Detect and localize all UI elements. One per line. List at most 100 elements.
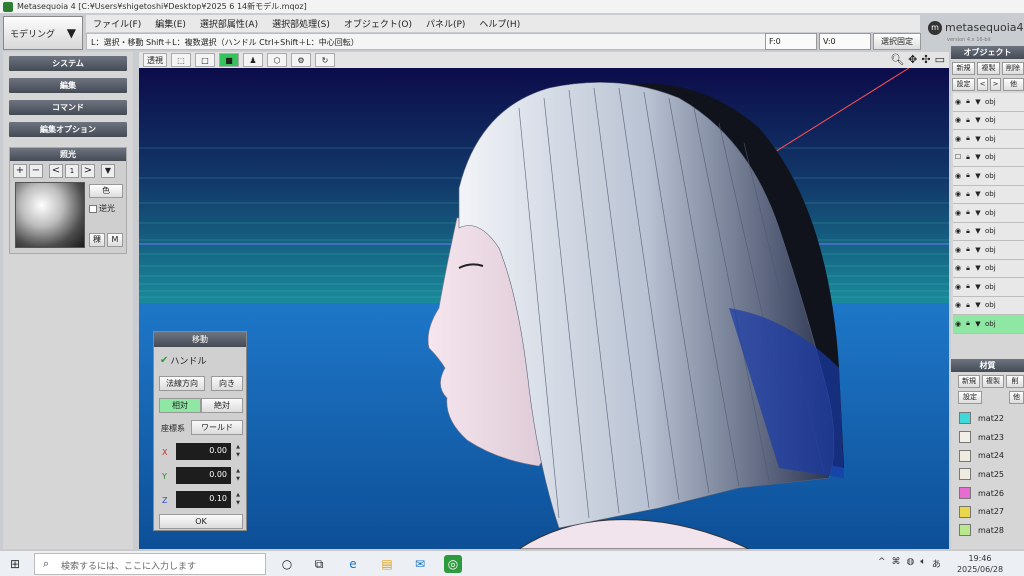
chevron-down-icon[interactable]: ▼ bbox=[973, 116, 983, 124]
object-copy-button[interactable]: 複製 bbox=[977, 62, 1000, 75]
absolute-button[interactable]: 絶対 bbox=[201, 398, 243, 413]
ime-indicator[interactable]: あ bbox=[932, 557, 941, 570]
eye-icon[interactable]: ◉ bbox=[953, 227, 963, 235]
eye-icon[interactable]: ◉ bbox=[953, 283, 963, 291]
menu-selection-process[interactable]: 選択部処理(S) bbox=[265, 17, 337, 30]
object-row[interactable]: ◉ 🔒︎ ▼ obj bbox=[953, 93, 1024, 112]
lock-icon[interactable]: 🔒︎ bbox=[963, 190, 973, 199]
handle-checkbox[interactable]: ✔ ハンドル bbox=[160, 354, 206, 367]
object-row[interactable]: ◉ 🔒︎ ▼ obj bbox=[953, 185, 1024, 204]
globe-icon[interactable]: ◍ bbox=[907, 557, 915, 570]
ok-button[interactable]: OK bbox=[159, 514, 243, 529]
task-view-icon[interactable]: ⧉ bbox=[310, 555, 328, 573]
object-delete-button[interactable]: 削除 bbox=[1002, 62, 1024, 75]
direction-button[interactable]: 向き bbox=[211, 376, 243, 391]
network-icon[interactable]: ⌘ bbox=[892, 557, 901, 570]
object-other-button[interactable]: 他 bbox=[1003, 78, 1024, 91]
chevron-up-icon[interactable]: ^ bbox=[878, 557, 886, 570]
material-copy-button[interactable]: 複製 bbox=[982, 375, 1004, 388]
lock-icon[interactable]: 🔒︎ bbox=[963, 227, 973, 236]
chevron-down-icon[interactable]: ▼ bbox=[973, 172, 983, 180]
object-row[interactable]: ◉ 🔒︎ ▼ obj bbox=[953, 222, 1024, 241]
lock-icon[interactable]: 🔒︎ bbox=[963, 319, 973, 328]
square-icon[interactable]: □ bbox=[195, 53, 215, 67]
light-m-button[interactable]: M bbox=[107, 233, 123, 247]
menu-edit[interactable]: 編集(E) bbox=[148, 17, 193, 30]
chevron-down-icon[interactable]: ▼ bbox=[973, 190, 983, 198]
move-view-icon[interactable]: ✥ bbox=[908, 53, 917, 66]
light-prev-button[interactable]: < bbox=[49, 164, 63, 178]
lock-icon[interactable]: 🔒︎ bbox=[963, 245, 973, 254]
lock-icon[interactable]: 🔒︎ bbox=[963, 134, 973, 143]
object-row[interactable]: ◉ 🔒︎ ▼ obj bbox=[953, 296, 1024, 315]
eye-icon[interactable]: ◉ bbox=[953, 98, 963, 106]
material-settings-button[interactable]: 設定 bbox=[958, 391, 982, 404]
material-row[interactable]: mat26 bbox=[959, 484, 1024, 503]
object-row[interactable]: ◉ 🔒︎ ▼ obj bbox=[953, 204, 1024, 223]
eye-icon[interactable]: ◉ bbox=[953, 190, 963, 198]
chevron-down-icon[interactable]: ▼ bbox=[973, 320, 983, 328]
mode-selector[interactable]: モデリング ▼ bbox=[3, 16, 83, 50]
chevron-down-icon[interactable]: ▼ bbox=[973, 264, 983, 272]
object-row[interactable]: ◉ 🔒︎ ▼ obj bbox=[953, 278, 1024, 297]
object-row[interactable]: ◉ 🔒︎ ▼ obj bbox=[953, 167, 1024, 186]
gear-icon[interactable]: ⚙ bbox=[291, 53, 311, 67]
section-edit-options[interactable]: 編集オプション bbox=[9, 122, 127, 137]
object-new-button[interactable]: 新規 bbox=[952, 62, 975, 75]
lock-icon[interactable]: 🔒︎ bbox=[963, 208, 973, 217]
menu-object[interactable]: オブジェクト(O) bbox=[337, 17, 419, 30]
eye-icon[interactable]: ◉ bbox=[953, 172, 963, 180]
material-other-button[interactable]: 他 bbox=[1009, 391, 1024, 404]
lock-icon[interactable]: 🔒︎ bbox=[963, 97, 973, 106]
z-spinner[interactable]: ▲ ▼ bbox=[233, 491, 243, 508]
backlight-checkbox[interactable]: 逆光 bbox=[89, 203, 115, 214]
object-row[interactable]: ☐ 🔒︎ ▼ obj bbox=[953, 148, 1024, 167]
light-next-button[interactable]: > bbox=[81, 164, 95, 178]
object-row[interactable]: ◉ 🔒︎ ▼ obj bbox=[953, 259, 1024, 278]
section-system[interactable]: システム bbox=[9, 56, 127, 71]
light-dropdown-button[interactable]: ▼ bbox=[101, 164, 115, 178]
coord-system-select[interactable]: ワールド bbox=[191, 420, 243, 435]
material-row[interactable]: mat22 bbox=[959, 409, 1024, 428]
cube-icon[interactable]: ⬡ bbox=[267, 53, 287, 67]
material-new-button[interactable]: 新規 bbox=[958, 375, 980, 388]
z-input[interactable]: 0.10 bbox=[176, 491, 231, 508]
lock-icon[interactable]: 🔒︎ bbox=[963, 282, 973, 291]
chevron-down-icon[interactable]: ▼ bbox=[973, 153, 983, 161]
perspective-toggle[interactable]: 透視 bbox=[143, 53, 167, 67]
material-row[interactable]: mat23 bbox=[959, 428, 1024, 447]
lock-icon[interactable]: 🔒︎ bbox=[963, 301, 973, 310]
object-row-selected[interactable]: ◉ 🔒︎ ▼ obj bbox=[953, 315, 1024, 334]
refresh-icon[interactable]: ↻ bbox=[315, 53, 335, 67]
lock-icon[interactable]: 🔒︎ bbox=[963, 171, 973, 180]
volume-icon[interactable]: 🔈︎ bbox=[920, 557, 925, 570]
lock-icon[interactable]: 🔒︎ bbox=[963, 264, 973, 273]
lock-icon[interactable]: 🔒︎ bbox=[963, 153, 973, 162]
3d-viewport[interactable] bbox=[139, 68, 949, 549]
chevron-down-icon[interactable]: ▼ bbox=[973, 227, 983, 235]
eye-icon[interactable]: ◉ bbox=[953, 116, 963, 124]
object-settings-button[interactable]: 設定 bbox=[952, 78, 975, 91]
x-input[interactable]: 0.00 bbox=[176, 443, 231, 460]
light-add-button[interactable]: + bbox=[13, 164, 27, 178]
rotate-view-icon[interactable]: ✣ bbox=[921, 53, 930, 66]
chevron-down-icon[interactable]: ▼ bbox=[973, 246, 983, 254]
menu-panel[interactable]: パネル(P) bbox=[419, 17, 472, 30]
eye-icon[interactable]: ◉ bbox=[953, 209, 963, 217]
figure-icon[interactable]: ♟ bbox=[243, 53, 263, 67]
eye-icon[interactable]: ◉ bbox=[953, 301, 963, 309]
zoom-icon[interactable]: 🔍︎ bbox=[890, 53, 904, 66]
material-delete-button[interactable]: 削 bbox=[1006, 375, 1024, 388]
material-row[interactable]: mat25 bbox=[959, 465, 1024, 484]
menu-file[interactable]: ファイル(F) bbox=[86, 17, 148, 30]
file-explorer-icon[interactable]: ▤ bbox=[378, 555, 396, 573]
chevron-down-icon[interactable]: ▼ bbox=[973, 98, 983, 106]
eye-icon[interactable]: ◉ bbox=[953, 246, 963, 254]
eye-icon[interactable]: ◉ bbox=[953, 135, 963, 143]
cortana-icon[interactable]: ○ bbox=[278, 555, 296, 573]
windows-start-icon[interactable]: ⊞ bbox=[10, 557, 20, 571]
fix-selection-button[interactable]: 選択固定 bbox=[873, 33, 921, 50]
filled-square-icon[interactable]: ■ bbox=[219, 53, 239, 67]
lock-icon[interactable]: 🔒︎ bbox=[963, 116, 973, 125]
hidden-checkbox-icon[interactable]: ☐ bbox=[953, 153, 963, 161]
